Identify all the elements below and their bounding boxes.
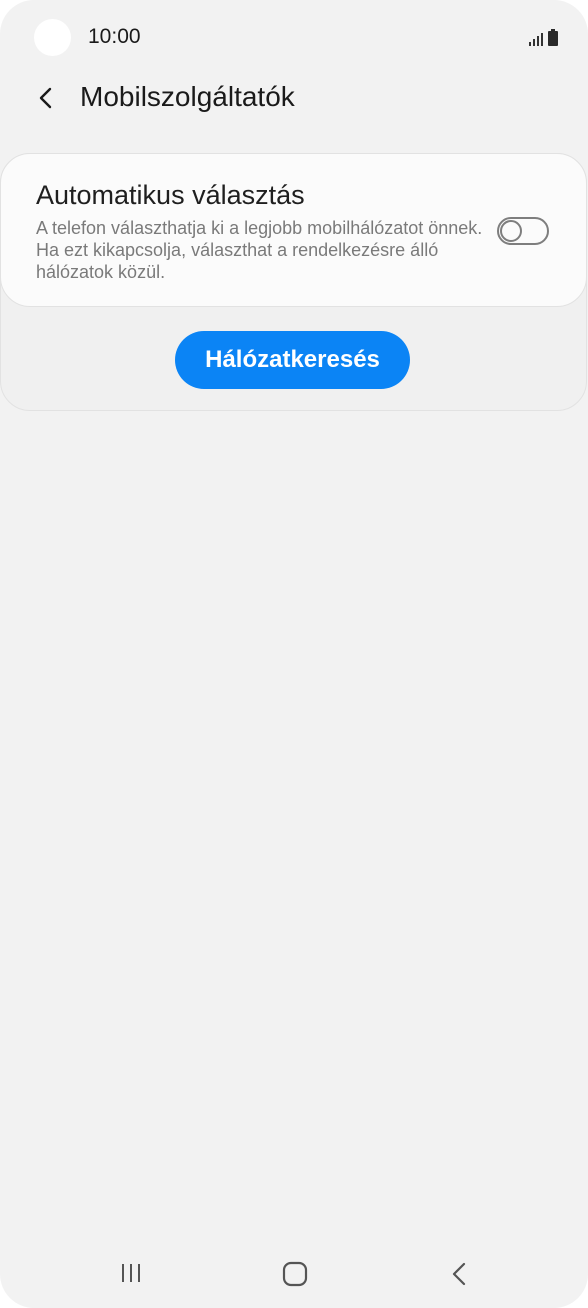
toggle-knob [500,220,522,242]
chevron-left-icon [39,87,52,109]
signal-icon [529,32,543,46]
status-time: 10:00 [88,25,141,48]
home-icon [282,1261,308,1287]
header: Mobilszolgáltatók [0,70,588,126]
automatic-selection-row[interactable]: Automatikus választás A telefon választh… [0,153,587,307]
network-search-button[interactable]: Hálózatkeresés [175,331,410,389]
screen: 10:00 Mobilszolgáltatók Automatikus vála… [0,0,588,1308]
setting-description: A telefon választhatja ki a legjobb mobi… [36,218,483,282]
recent-apps-button[interactable] [118,1260,144,1286]
page-title: Mobilszolgáltatók [80,81,295,112]
recent-apps-icon [122,1264,140,1282]
automatic-selection-toggle[interactable] [497,217,549,245]
camera-cutout [34,19,71,56]
nav-back-button[interactable] [446,1260,474,1288]
back-button[interactable] [26,78,66,118]
status-bar: 10:00 [0,0,588,76]
status-icons [529,28,558,46]
settings-card: Automatikus választás A telefon választh… [0,153,587,411]
navigation-bar [0,1240,588,1308]
setting-title: Automatikus választás [36,180,305,210]
back-icon [452,1262,466,1286]
battery-icon [548,29,558,46]
home-button[interactable] [281,1260,309,1288]
